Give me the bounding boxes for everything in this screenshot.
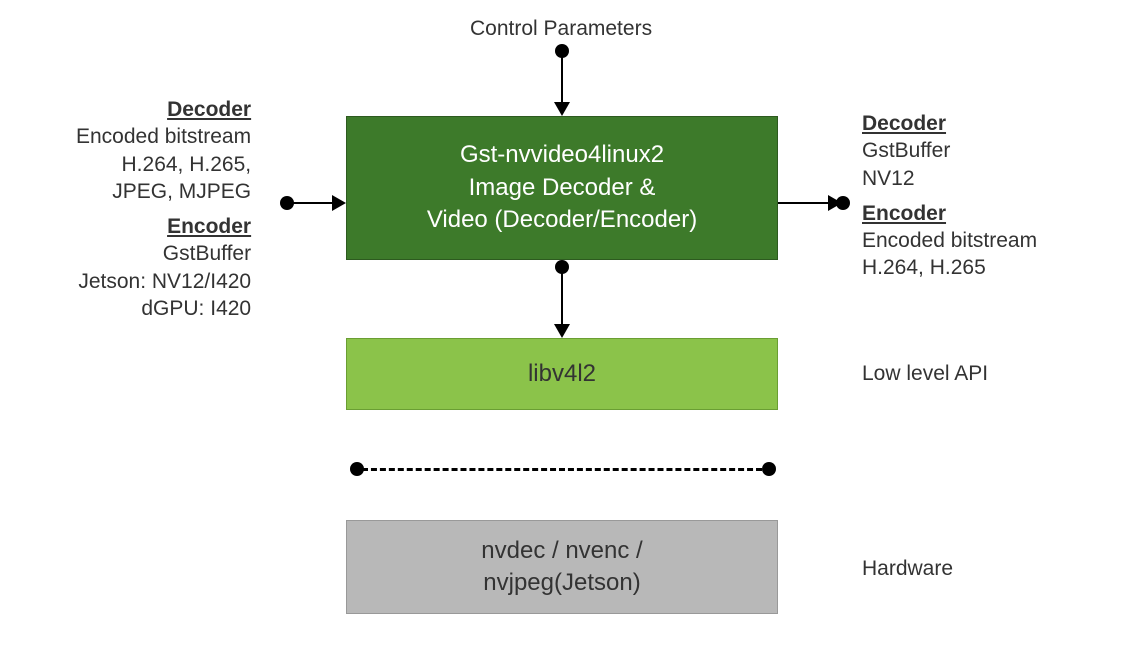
main-box-line3: Video (Decoder/Encoder) [427,206,697,233]
left-input-block: Decoder Encoded bitstream H.264, H.265, … [76,96,257,322]
right-output-block: Decoder GstBuffer NV12 Encoder Encoded b… [862,110,1037,282]
right-encoder-line2: H.264, H.265 [862,256,986,279]
main-box-line1: Gst-nvvideo4linux2 [460,141,664,168]
main-to-libv4l2-head [554,324,570,338]
left-encoder-line2: Jetson: NV12/I420 [78,270,251,293]
left-decoder-line2: H.264, H.265, [122,153,252,176]
dashed-right-dot [762,462,776,476]
right-encoder-heading: Encoder [862,202,946,225]
right-output-dot [836,196,850,210]
control-parameters-label: Control Parameters [470,15,652,42]
hardware-line2: nvjpeg(Jetson) [483,569,640,596]
left-decoder-line3: JPEG, MJPEG [112,180,251,203]
left-encoder-line3: dGPU: I420 [141,297,251,320]
hardware-box: nvdec / nvenc / nvjpeg(Jetson) [346,520,778,614]
right-decoder-heading: Decoder [862,112,946,135]
left-encoder-line1: GstBuffer [163,242,251,265]
control-arrow-line [561,56,563,104]
left-encoder-heading: Encoder [167,215,251,238]
hardware-label: Hardware [862,555,953,582]
low-level-api-label: Low level API [862,360,988,387]
dashed-line [362,468,762,471]
left-decoder-line1: Encoded bitstream [76,125,251,148]
left-arrow-line [292,202,334,204]
right-decoder-line2: NV12 [862,167,915,190]
left-arrow-head [332,195,346,211]
control-arrow-head [554,102,570,116]
hardware-line1: nvdec / nvenc / [481,537,642,564]
libv4l2-text: libv4l2 [528,358,596,390]
main-to-libv4l2-line [561,272,563,326]
right-arrow-line [778,202,830,204]
libv4l2-box: libv4l2 [346,338,778,410]
main-box-line2: Image Decoder & [469,174,656,201]
right-decoder-line1: GstBuffer [862,139,950,162]
left-decoder-heading: Decoder [167,98,251,121]
main-box: Gst-nvvideo4linux2 Image Decoder & Video… [346,116,778,260]
right-encoder-line1: Encoded bitstream [862,229,1037,252]
